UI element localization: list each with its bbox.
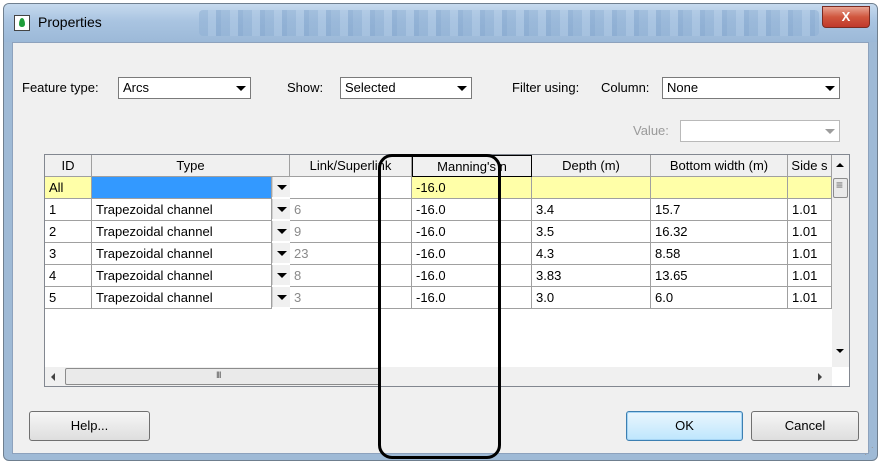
column-label: Column: bbox=[601, 80, 650, 95]
table-row-bottom-width[interactable]: 15.7 bbox=[651, 199, 788, 221]
table-row-depth[interactable]: 4.3 bbox=[532, 243, 651, 265]
all-row-type[interactable] bbox=[92, 177, 272, 199]
table-empty-area bbox=[45, 309, 832, 367]
table-row-id[interactable]: 3 bbox=[45, 243, 92, 265]
table-row-id[interactable]: 2 bbox=[45, 221, 92, 243]
column-select[interactable]: None bbox=[662, 77, 840, 99]
scroll-right-icon[interactable] bbox=[818, 373, 822, 381]
table-row-bottom-width[interactable]: 6.0 bbox=[651, 287, 788, 309]
title-bar[interactable]: Properties X bbox=[4, 4, 877, 42]
table-row-type[interactable]: Trapezoidal channel bbox=[92, 287, 272, 309]
grip-icon: III bbox=[216, 370, 221, 380]
properties-table: ID Type Link/Superlink Manning's n Depth… bbox=[44, 154, 850, 387]
show-select[interactable]: Selected bbox=[340, 77, 472, 99]
vertical-scrollbar[interactable] bbox=[832, 155, 849, 367]
app-icon bbox=[14, 15, 30, 31]
window-title: Properties bbox=[38, 14, 102, 30]
scroll-left-icon[interactable] bbox=[51, 373, 55, 381]
feature-type-value: Arcs bbox=[123, 80, 149, 95]
column-header-link[interactable]: Link/Superlink bbox=[290, 155, 412, 177]
table-row-id[interactable]: 4 bbox=[45, 265, 92, 287]
value-label: Value: bbox=[633, 123, 669, 138]
column-header-side-slope[interactable]: Side s bbox=[788, 155, 832, 177]
all-row-manning[interactable]: -16.0 bbox=[412, 177, 532, 199]
value-select[interactable] bbox=[680, 120, 840, 142]
chevron-down-icon[interactable] bbox=[272, 221, 291, 241]
resize-grip-icon[interactable]: ⋰ bbox=[864, 446, 874, 457]
table-row-manning[interactable]: -16.0 bbox=[412, 221, 532, 243]
chevron-down-icon bbox=[232, 78, 250, 98]
chevron-down-icon[interactable] bbox=[272, 243, 291, 263]
table-row-id[interactable]: 5 bbox=[45, 287, 92, 309]
chevron-down-icon[interactable] bbox=[272, 265, 291, 285]
table-row-depth[interactable]: 3.5 bbox=[532, 221, 651, 243]
all-row-depth[interactable] bbox=[532, 177, 651, 199]
table-row-manning[interactable]: -16.0 bbox=[412, 265, 532, 287]
chevron-down-icon[interactable] bbox=[272, 199, 291, 219]
table-row-id[interactable]: 1 bbox=[45, 199, 92, 221]
vertical-scroll-thumb[interactable] bbox=[833, 178, 848, 198]
chevron-down-icon bbox=[821, 78, 839, 98]
table-row-bottom-width[interactable]: 13.65 bbox=[651, 265, 788, 287]
feature-type-label: Feature type: bbox=[22, 80, 99, 95]
chevron-down-icon[interactable] bbox=[272, 177, 291, 197]
column-header-depth[interactable]: Depth (m) bbox=[532, 155, 651, 177]
table-row-bottom-width[interactable]: 8.58 bbox=[651, 243, 788, 265]
ok-button[interactable]: OK bbox=[626, 411, 743, 441]
table-row-link[interactable]: 6 bbox=[290, 199, 412, 221]
scroll-up-icon[interactable] bbox=[836, 163, 844, 167]
table-row-bottom-width[interactable]: 16.32 bbox=[651, 221, 788, 243]
table-row-link[interactable]: 3 bbox=[290, 287, 412, 309]
table-row-side-slope[interactable]: 1.01 bbox=[788, 221, 832, 243]
horizontal-scrollbar[interactable]: III bbox=[45, 367, 832, 386]
title-bar-background bbox=[199, 10, 819, 36]
table-row-depth[interactable]: 3.4 bbox=[532, 199, 651, 221]
table-row-side-slope[interactable]: 1.01 bbox=[788, 287, 832, 309]
table-row-side-slope[interactable]: 1.01 bbox=[788, 265, 832, 287]
table-row-link[interactable]: 23 bbox=[290, 243, 412, 265]
chevron-down-icon bbox=[453, 78, 471, 98]
column-header-bottom-width[interactable]: Bottom width (m) bbox=[651, 155, 788, 177]
cancel-button[interactable]: Cancel bbox=[751, 411, 859, 441]
table-row-side-slope[interactable]: 1.01 bbox=[788, 199, 832, 221]
table-row-type[interactable]: Trapezoidal channel bbox=[92, 243, 272, 265]
table-row-type[interactable]: Trapezoidal channel bbox=[92, 199, 272, 221]
all-row-bottom-width[interactable] bbox=[651, 177, 788, 199]
all-row-link[interactable] bbox=[290, 177, 412, 199]
table-row-type[interactable]: Trapezoidal channel bbox=[92, 265, 272, 287]
scroll-down-icon[interactable] bbox=[836, 349, 844, 353]
table-row-link[interactable]: 9 bbox=[290, 221, 412, 243]
chevron-down-icon[interactable] bbox=[272, 287, 291, 307]
properties-dialog: Properties X Feature type: Arcs Show: Se… bbox=[3, 3, 878, 461]
column-header-manning[interactable]: Manning's n bbox=[412, 155, 532, 177]
horizontal-scroll-thumb[interactable]: III bbox=[65, 368, 380, 385]
table-row-manning[interactable]: -16.0 bbox=[412, 199, 532, 221]
show-value: Selected bbox=[345, 80, 396, 95]
column-header-id[interactable]: ID bbox=[45, 155, 92, 177]
table-row-manning[interactable]: -16.0 bbox=[412, 287, 532, 309]
chevron-down-icon bbox=[821, 121, 839, 141]
table-row-type[interactable]: Trapezoidal channel bbox=[92, 221, 272, 243]
table-row-depth[interactable]: 3.0 bbox=[532, 287, 651, 309]
table-row-depth[interactable]: 3.83 bbox=[532, 265, 651, 287]
all-row-id[interactable]: All bbox=[45, 177, 92, 199]
all-row-side-slope[interactable] bbox=[788, 177, 832, 199]
filter-using-label: Filter using: bbox=[512, 80, 580, 95]
table-row-manning[interactable]: -16.0 bbox=[412, 243, 532, 265]
column-header-type[interactable]: Type bbox=[92, 155, 290, 177]
help-button[interactable]: Help... bbox=[29, 411, 150, 441]
table-row-side-slope[interactable]: 1.01 bbox=[788, 243, 832, 265]
column-value: None bbox=[667, 80, 699, 95]
show-label: Show: bbox=[287, 80, 324, 95]
table-row-link[interactable]: 8 bbox=[290, 265, 412, 287]
feature-type-select[interactable]: Arcs bbox=[118, 77, 251, 99]
close-button[interactable]: X bbox=[822, 6, 870, 28]
